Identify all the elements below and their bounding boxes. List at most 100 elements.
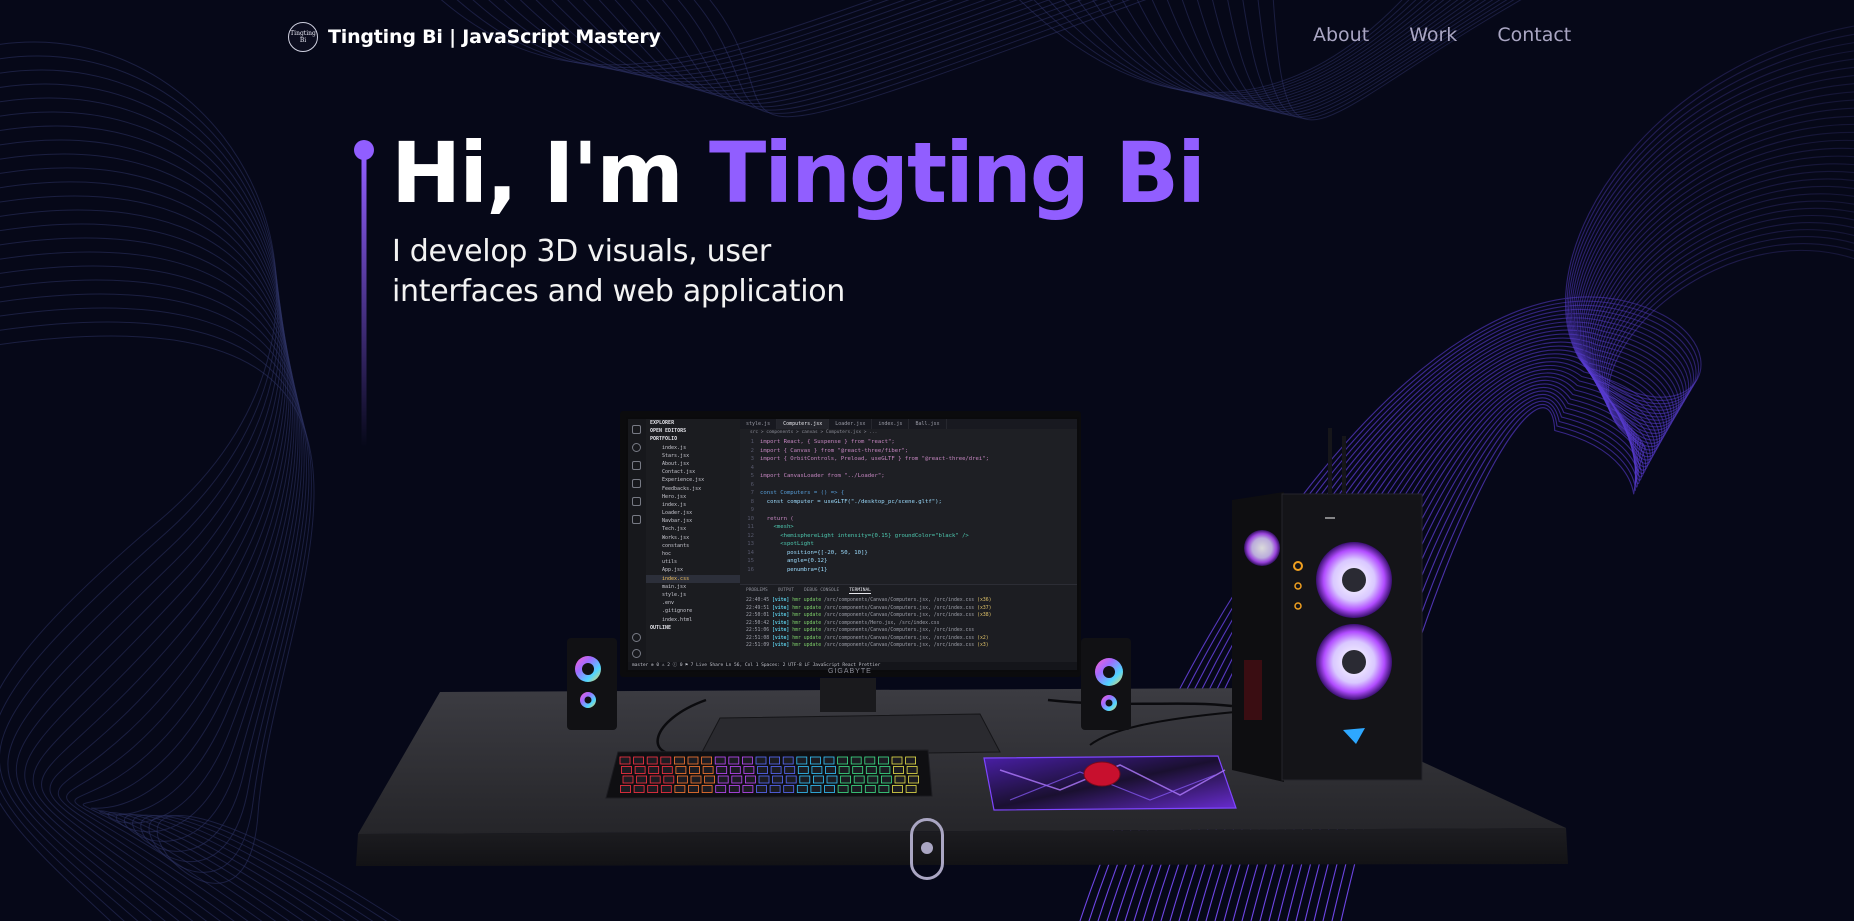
code-text: <mesh> <box>760 524 794 530</box>
panel-tab[interactable]: PROBLEMS <box>746 588 768 594</box>
explorer-item[interactable]: index.css <box>646 574 740 583</box>
keyboard-key <box>701 756 712 765</box>
keyboard-key <box>636 775 647 784</box>
editor-tab[interactable]: Loader.jsx <box>829 419 873 429</box>
editor-tab[interactable]: index.js <box>872 419 910 429</box>
explorer-item[interactable]: main.jsx <box>646 583 740 591</box>
explorer-item[interactable]: Hero.jsx <box>646 493 740 501</box>
keyboard-key <box>772 775 783 784</box>
explorer-item[interactable]: Experience.jsx <box>646 476 740 484</box>
hero-accent-line <box>354 140 374 447</box>
search-icon <box>632 443 641 452</box>
nav-link-work[interactable]: Work <box>1409 24 1457 46</box>
keyboard-key <box>840 775 851 784</box>
keyboard-key <box>784 766 796 774</box>
editor-tab[interactable]: Computers.jsx <box>777 419 830 429</box>
explorer-item[interactable]: Contact.jsx <box>646 468 740 476</box>
explorer-item[interactable]: OPEN EDITORS <box>646 427 740 435</box>
explorer-item[interactable]: index.js <box>646 444 740 452</box>
explorer-item[interactable]: About.jsx <box>646 460 740 468</box>
line-number: 3 <box>750 456 754 462</box>
terminal-file: /src/components/Canvas/Computers.jsx, /s… <box>824 635 975 641</box>
explorer-item[interactable]: index.html <box>646 616 740 624</box>
keyboard-key <box>865 766 877 774</box>
terminal-action: hmr update <box>792 643 824 648</box>
keyboard-key <box>619 756 631 765</box>
explorer-item[interactable]: App.jsx <box>646 566 740 574</box>
hero-section: EXPLORER OPEN EDITORS PORTFOLIO index.js Sta… <box>0 0 1854 921</box>
nav-link-contact[interactable]: Contact <box>1497 24 1571 46</box>
terminal-time: 22:49:51 <box>746 605 770 611</box>
vscode-explorer: EXPLORER OPEN EDITORS PORTFOLIO index.js Sta… <box>646 419 740 662</box>
terminal-tag: [vite] <box>769 605 793 611</box>
panel-tab[interactable]: OUTPUT <box>778 588 794 594</box>
keyboard-key <box>633 756 644 765</box>
monitor-neck <box>820 678 876 712</box>
code-line: 9 <box>740 506 1067 515</box>
code-text: position={[-20, 50, 10]} <box>760 549 868 556</box>
explorer-item[interactable]: PORTFOLIO <box>646 435 740 443</box>
terminal-line: 22:49:51 [vite] hmr update /src/componen… <box>746 605 1077 613</box>
explorer-item[interactable]: index.js <box>646 501 740 509</box>
explorer-item[interactable]: EXPLORER <box>646 419 740 427</box>
explorer-item[interactable]: utils <box>646 558 740 566</box>
keyboard-key <box>852 766 864 774</box>
keyboard-key <box>770 766 782 774</box>
keyboard-key <box>704 775 715 784</box>
explorer-item[interactable]: Stars.jsx <box>646 452 740 460</box>
explorer-item[interactable]: Feedbacks.jsx <box>646 485 740 493</box>
explorer-item[interactable]: Works.jsx <box>646 534 740 542</box>
line-number: 16 <box>747 566 754 573</box>
keyboard-key <box>785 775 797 784</box>
run-debug-icon <box>632 479 641 488</box>
explorer-item[interactable]: Loader.jsx <box>646 509 740 517</box>
line-number: 9 <box>750 507 754 513</box>
settings-icon <box>632 649 641 658</box>
explorer-item[interactable]: style.js <box>646 591 740 599</box>
terminal-file: /src/components/Canvas/Computers.jsx, /s… <box>824 628 975 633</box>
keyboard-key <box>688 785 699 793</box>
scroll-down-indicator[interactable] <box>910 818 944 880</box>
pc-case <box>1232 428 1423 782</box>
files-icon <box>632 425 641 434</box>
panel-tab[interactable]: DEBUG CONSOLE <box>804 588 839 594</box>
keyboard-key <box>757 766 768 774</box>
keyboard-key <box>837 756 848 765</box>
code-text: penumbra={1} <box>760 566 828 573</box>
explorer-item[interactable]: Navbar.jsx <box>646 517 740 525</box>
terminal-time: 22:50:01 <box>746 613 770 618</box>
keyboard-key <box>797 766 809 774</box>
brand-link[interactable]: Tingting Bi Tingting Bi | JavaScript Mas… <box>288 22 661 52</box>
keyboard-key <box>853 775 865 784</box>
keyboard-key <box>908 775 919 784</box>
code-text: return ( <box>760 515 794 522</box>
terminal-line: 22:40:45 [vite] hmr update /src/componen… <box>746 597 1077 605</box>
keyboard-key <box>810 785 822 793</box>
explorer-item[interactable]: .gitignore <box>646 607 740 615</box>
explorer-item[interactable]: OUTLINE <box>646 624 740 632</box>
editor-tab[interactable]: style.js <box>740 419 778 429</box>
editor-tab[interactable]: Ball.jsx <box>909 419 947 429</box>
keyboard-key <box>621 766 632 774</box>
scroll-dot <box>921 842 933 854</box>
code-line: 16 penumbra={1} <box>740 566 1067 575</box>
explorer-item[interactable]: .env <box>646 599 740 607</box>
nav-link-about[interactable]: About <box>1313 24 1369 46</box>
terminal-file: /src/components/Canvas/Computers.jsx, /s… <box>824 598 975 603</box>
panel-tab[interactable]: TERMINAL <box>849 588 871 594</box>
terminal-time: 22:51:09 <box>746 643 770 648</box>
explorer-item[interactable]: hoc <box>646 550 740 558</box>
keyboard-key <box>878 785 890 793</box>
explorer-item[interactable]: constants <box>646 542 740 550</box>
code-line: 12 <hemisphereLight intensity={0.15} gro… <box>740 532 1067 541</box>
line-number: 1 <box>750 439 754 445</box>
terminal-count: (x36) <box>977 598 992 603</box>
explorer-item[interactable]: Tech.jsx <box>646 525 740 533</box>
code-text: import CanvasLoader from "../Loader"; <box>760 473 885 479</box>
line-number: 4 <box>750 464 754 471</box>
code-text: import { Canvas } from "@react-three/fib… <box>760 447 909 454</box>
keyboard-key <box>743 766 755 774</box>
code-text: <hemisphereLight intensity={0.15} ground… <box>760 532 969 539</box>
terminal-count: (x2) <box>977 635 989 641</box>
keyboard-key <box>742 785 754 793</box>
